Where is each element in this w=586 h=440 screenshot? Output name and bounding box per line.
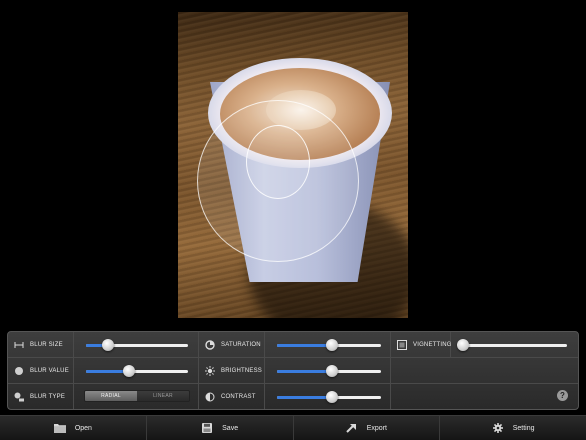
brightness-row: BRIGHTNESS [199,358,390,384]
brightness-label-cell: BRIGHTNESS [199,358,265,383]
floppy-icon [201,423,213,433]
contrast-icon [205,392,215,402]
blur-type-linear-option[interactable]: LINEAR [137,391,189,401]
blur-type-radial-option[interactable]: RADIAL [85,391,137,401]
slider-knob[interactable] [326,391,339,403]
brightness-label: BRIGHTNESS [221,368,263,374]
blur-type-label-cell: BLUR TYPE [8,384,74,409]
sun-icon [205,366,215,376]
blur-size-label: BLUR SIZE [30,342,63,348]
blur-column: BLUR SIZE BLUR VALUE BLUR TYPE RADIAL LI… [8,332,198,409]
blur-type-label: BLUR TYPE [30,394,66,400]
circle-dot-icon [14,366,24,376]
vignetting-label-wrap: VIGNETTING [397,339,452,351]
blur-value-label-wrap: BLUR VALUE [14,365,69,377]
contrast-label-cell: CONTRAST [199,384,265,409]
width-arrows-icon [14,340,24,350]
slider-fill [277,396,333,399]
open-button[interactable]: Open [0,416,147,440]
contrast-label: CONTRAST [221,394,256,400]
saturation-label-cell: SATURATION [199,332,265,357]
blur-value-label-cell: BLUR VALUE [8,358,74,383]
blur-type-icon [14,392,24,402]
blur-size-label-wrap: BLUR SIZE [14,339,63,351]
open-label: Open [74,424,92,432]
save-button[interactable]: Save [147,416,294,440]
slider-fill [277,370,333,373]
brightness-label-wrap: BRIGHTNESS [205,365,262,377]
blur-type-segmented-control: RADIAL LINEAR [84,390,190,402]
color-column: SATURATION BRIGHTNESS CONTRAST [198,332,390,409]
saturation-row: SATURATION [199,332,390,358]
photo-canvas[interactable] [178,12,408,318]
blur-size-row: BLUR SIZE [8,332,198,358]
slider-fill [277,344,333,347]
export-button[interactable]: Export [294,416,441,440]
blur-value-label: BLUR VALUE [30,368,69,374]
blur-value-row: BLUR VALUE [8,358,198,384]
setting-button[interactable]: Setting [440,416,586,440]
vignette-empty-row [391,358,578,384]
contrast-label-wrap: CONTRAST [205,391,256,403]
slider-knob[interactable] [122,365,135,377]
save-label: Save [222,424,239,432]
folder-icon [53,423,66,433]
app-window: BLUR SIZE BLUR VALUE BLUR TYPE RADIAL LI… [0,0,586,440]
slider-track[interactable] [86,344,188,347]
vignette-column: VIGNETTING ? [390,332,578,409]
slider-track[interactable] [463,344,567,347]
export-label: Export [366,424,387,432]
vignetting-label-cell: VIGNETTING [391,332,451,357]
setting-label: Setting [512,424,535,432]
slider-track[interactable] [86,370,188,373]
blur-type-row: BLUR TYPE RADIAL LINEAR [8,384,198,409]
help-icon[interactable]: ? [557,390,568,401]
vignetting-row: VIGNETTING [391,332,578,358]
slider-knob[interactable] [457,339,469,351]
slider-knob[interactable] [326,339,339,351]
slider-knob[interactable] [326,365,339,377]
saturation-label-wrap: SATURATION [205,339,261,351]
vignette-icon [397,340,407,350]
help-row: ? [391,384,578,409]
adjustment-panel: BLUR SIZE BLUR VALUE BLUR TYPE RADIAL LI… [7,331,579,410]
saturation-icon [205,340,215,350]
export-icon [346,423,358,433]
slider-knob[interactable] [102,339,115,351]
blur-size-label-cell: BLUR SIZE [8,332,74,357]
gear-icon [492,423,504,433]
contrast-row: CONTRAST [199,384,390,409]
saturation-label: SATURATION [221,342,261,348]
blur-type-label-wrap: BLUR TYPE [14,391,65,403]
blur-focus-inner-ring[interactable] [246,125,310,199]
vignetting-label: VIGNETTING [413,342,452,348]
bottom-toolbar: Open Save Export Setting [0,415,586,440]
